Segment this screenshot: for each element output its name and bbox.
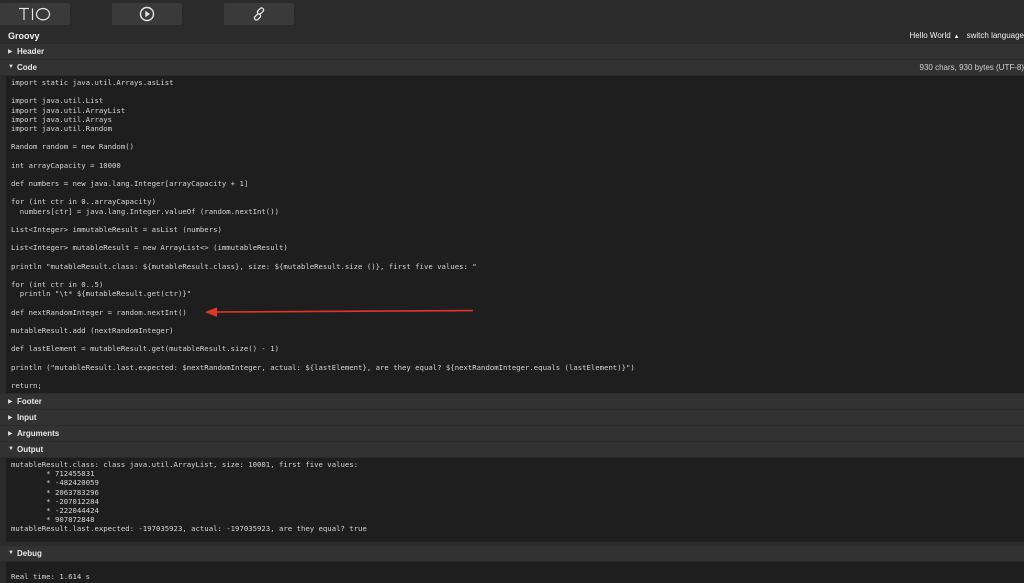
expanded-triangle-icon: ▼ [8,446,14,452]
triangle-up-icon: ▲ [953,34,960,40]
input-section-toggle[interactable]: ▶ Input [0,410,1024,425]
output-section-label: Output [17,445,44,454]
code-line: import java.util.ArrayList [11,105,126,115]
debug-box[interactable]: Real time: 1.614 s [6,562,1024,583]
code-line: def lastElement = mutableResult.get(muta… [11,344,279,354]
code-editor[interactable]: import static java.util.Arrays.asList imp… [6,76,1024,393]
debug-section-label: Debug [17,549,42,558]
output-line: * -482420059 [11,478,99,488]
collapsed-triangle-icon: ▶ [8,415,13,421]
output-line: * 712455831 [11,469,95,479]
code-line: def numbers = new java.lang.Integer[arra… [11,179,249,189]
tio-logo-icon [19,7,51,21]
debug-section-toggle[interactable]: ▼ Debug [0,546,1024,561]
output-line: * 2063783296 [11,487,99,497]
debug-line: Real time: 1.614 s [11,572,91,581]
output-line: mutableResult.class: class java.util.Arr… [11,460,363,469]
language-name: Groovy [8,31,40,41]
tio-logo-button[interactable] [0,3,70,25]
language-bar: Groovy Hello World ▲ switch language [0,28,1024,44]
code-line: List<Integer> immutableResult = asList (… [11,225,222,234]
language-actions: Hello World ▲ switch language [905,31,1024,40]
code-line: List<Integer> mutableResult = new ArrayL… [11,243,288,253]
switch-language-link[interactable]: switch language [967,31,1024,40]
arguments-section-label: Arguments [17,429,60,438]
code-line: println "\t* ${mutableResult.get(ctr)}" [11,289,192,299]
output-box[interactable]: mutableResult.class: class java.util.Arr… [6,458,1024,542]
code-section-label: Code [17,63,37,72]
code-line: Random random = new Random() [11,142,135,152]
play-icon [139,6,155,22]
annotation-arrow-icon [205,307,474,317]
output-line: * -207012284 [11,496,99,506]
code-line: println "mutableResult.class: ${mutableR… [11,261,477,271]
code-line: import java.util.Arrays [11,114,113,124]
expanded-triangle-icon: ▼ [8,64,14,70]
collapsed-triangle-icon: ▶ [8,49,13,55]
code-line: int arrayCapacity = 10000 [11,160,121,170]
permalink-button[interactable] [224,3,294,25]
code-line: return; [11,381,42,391]
collapsed-triangle-icon: ▶ [8,431,13,437]
output-line: * 907872848 [11,515,95,525]
code-line: mutableResult.add (nextRandomInteger) [11,326,174,336]
code-line: for (int ctr in 0..5) [11,280,104,290]
run-button[interactable] [112,3,182,25]
code-line: import java.util.List [11,96,104,106]
arguments-section-toggle[interactable]: ▶ Arguments [0,426,1024,441]
code-line: numbers[ctr] = java.lang.Integer.valueOf… [11,206,279,216]
expanded-triangle-icon: ▼ [8,550,14,556]
code-line: for (int ctr in 0..arrayCapacity) [11,197,156,207]
hello-world-link[interactable]: Hello World [909,31,950,40]
code-byte-count: 930 chars, 930 bytes (UTF-8) [919,63,1024,72]
code-line: import java.util.Random [11,123,113,133]
code-line: import static java.util.Arrays.asList [11,78,174,87]
code-line: println ("mutableResult.last.expected: $… [11,362,635,372]
footer-section-toggle[interactable]: ▶ Footer [0,394,1024,409]
toolbar [0,0,1024,28]
output-section-toggle[interactable]: ▼ Output [0,442,1024,457]
header-section-toggle[interactable]: ▶ Header [0,44,1024,59]
output-line: mutableResult.last.expected: -197035923,… [11,524,367,534]
code-line: def nextRandomInteger = random.nextInt() [11,307,187,317]
code-section-toggle[interactable]: ▼ Code 930 chars, 930 bytes (UTF-8) [0,60,1024,75]
input-section-label: Input [17,413,37,422]
link-icon [253,7,265,21]
header-section-label: Header [17,47,45,56]
output-line: * -222044424 [11,505,99,515]
footer-section-label: Footer [17,397,42,406]
collapsed-triangle-icon: ▶ [8,399,13,405]
